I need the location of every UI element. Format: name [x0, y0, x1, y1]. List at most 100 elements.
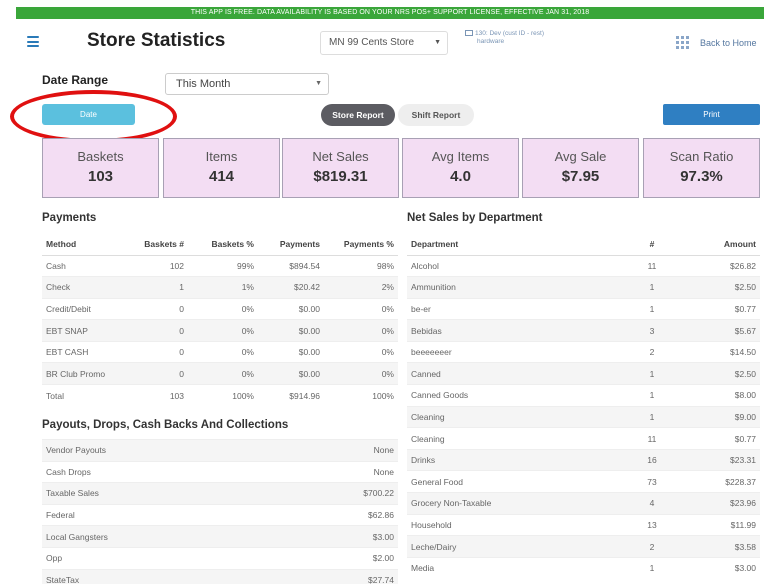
cell: 2%	[324, 276, 398, 299]
cell: $894.54	[258, 254, 324, 277]
date-range-select[interactable]: This Month ▼	[165, 73, 329, 95]
departments-table: Department # Amount Alcohol 11 $26.82 Ammu…	[407, 233, 760, 579]
cell: $27.74	[271, 568, 398, 584]
table-row: EBT CASH 0 0% $0.00 0%	[42, 340, 398, 363]
cell: Media	[407, 556, 607, 579]
cell: 1	[607, 384, 697, 407]
cell: 13	[607, 513, 697, 536]
cell: 1	[607, 276, 697, 299]
col-amount: Amount	[697, 233, 760, 256]
table-row: BR Club Promo 0 0% $0.00 0%	[42, 362, 398, 385]
cell: EBT CASH	[42, 340, 132, 363]
cell: 0%	[324, 297, 398, 320]
cell: Local Gangsters	[42, 525, 272, 548]
table-row: Media 1 $3.00	[407, 556, 760, 579]
shift-report-tab[interactable]: Shift Report	[398, 104, 474, 126]
cell: 73	[607, 470, 697, 493]
cell: EBT SNAP	[42, 319, 132, 342]
cell: $2.50	[697, 276, 760, 299]
cell: $2.50	[697, 362, 760, 385]
cell: Alcohol	[407, 254, 607, 277]
cell: 0	[132, 297, 188, 320]
cell: Cash	[42, 254, 132, 277]
table-row: Cleaning 1 $9.00	[407, 405, 760, 428]
cell: Drinks	[407, 448, 607, 471]
cell: $2.00	[271, 546, 398, 570]
cell: $228.37	[697, 470, 760, 493]
cell: Opp	[42, 546, 272, 570]
col-department: Department	[407, 233, 607, 256]
stat-card-net-sales: Net Sales $819.31	[282, 138, 399, 198]
cell: Leche/Dairy	[407, 535, 607, 558]
table-row: be-er 1 $0.77	[407, 297, 760, 320]
table-row: StateTax $27.74	[42, 568, 398, 584]
stat-value: 97.3%	[680, 168, 723, 185]
cell: $0.77	[697, 427, 760, 450]
cell: 1	[607, 362, 697, 385]
payments-table: Method Baskets # Baskets % Payments Paym…	[42, 233, 398, 407]
stat-label: Avg Items	[431, 149, 490, 164]
hamburger-menu-icon[interactable]	[27, 36, 39, 48]
payouts-title: Payouts, Drops, Cash Backs And Collectio…	[42, 419, 289, 431]
cell: BR Club Promo	[42, 362, 132, 385]
cell: 99%	[188, 254, 258, 277]
store-report-tab[interactable]: Store Report	[321, 104, 395, 126]
cell: 0%	[324, 362, 398, 385]
cell: 98%	[324, 254, 398, 277]
table-row: Alcohol 11 $26.82	[407, 254, 760, 277]
stat-value: $7.95	[561, 168, 600, 185]
stat-label: Avg Sale	[554, 149, 607, 164]
cell: 0%	[324, 319, 398, 342]
cell: $26.82	[697, 254, 760, 277]
cell: 103	[132, 384, 188, 407]
cell: $914.96	[258, 384, 324, 407]
cell: 0%	[188, 319, 258, 342]
cell: Taxable Sales	[42, 482, 272, 505]
chevron-down-icon: ▼	[434, 39, 441, 46]
date-button[interactable]: Date	[42, 104, 135, 125]
cell: $0.00	[258, 362, 324, 385]
stat-label: Scan Ratio	[669, 149, 734, 164]
cell: 0%	[324, 340, 398, 363]
cell: Household	[407, 513, 607, 536]
cell: beeeeeeer	[407, 340, 607, 363]
license-banner: THIS APP IS FREE. DATA AVAILABILITY IS B…	[16, 7, 764, 19]
stat-card-avg-sale: Avg Sale $7.95	[522, 138, 639, 198]
departments-title: Net Sales by Department	[407, 212, 543, 224]
store-select[interactable]: MN 99 Cents Store ▼	[320, 31, 448, 55]
cell: $700.22	[271, 482, 398, 505]
stat-value: 103	[87, 168, 114, 185]
apps-grid-icon[interactable]	[676, 36, 690, 50]
stat-label: Baskets	[77, 149, 124, 164]
cell: 0	[132, 340, 188, 363]
cell: Cash Drops	[42, 460, 272, 483]
cell: 0%	[188, 297, 258, 320]
cell: Cleaning	[407, 405, 607, 428]
table-row-total: Total 103 100% $914.96 100%	[42, 384, 398, 407]
device-info: 130: Dev (cust ID - rest) hardware	[465, 30, 544, 46]
cell: Grocery Non-Taxable	[407, 492, 607, 515]
cell: Bebidas	[407, 319, 607, 342]
page-title: Store Statistics	[87, 30, 226, 51]
cell: be-er	[407, 297, 607, 320]
cell: 11	[607, 427, 697, 450]
device-line-2: hardware	[477, 38, 505, 45]
stat-label: Net Sales	[312, 149, 369, 164]
table-row: Canned 1 $2.50	[407, 362, 760, 385]
cell: 16	[607, 448, 697, 471]
cell: 11	[607, 254, 697, 277]
cell: General Food	[407, 470, 607, 493]
print-button[interactable]: Print	[663, 104, 760, 125]
device-line-1: 130: Dev (cust ID - rest)	[475, 30, 544, 37]
stat-card-baskets: Baskets 103	[42, 138, 159, 198]
cell: 1	[607, 556, 697, 579]
back-to-home-link[interactable]: Back to Home	[700, 38, 757, 48]
cell: 0	[132, 319, 188, 342]
cell: $3.58	[697, 535, 760, 558]
cell: $62.86	[271, 503, 398, 526]
col-baskets-count: Baskets #	[132, 233, 188, 256]
table-row: Cash Drops None	[42, 460, 398, 483]
table-row: Taxable Sales $700.22	[42, 482, 398, 505]
table-row: Local Gangsters $3.00	[42, 525, 398, 548]
table-row: Grocery Non-Taxable 4 $23.96	[407, 492, 760, 515]
